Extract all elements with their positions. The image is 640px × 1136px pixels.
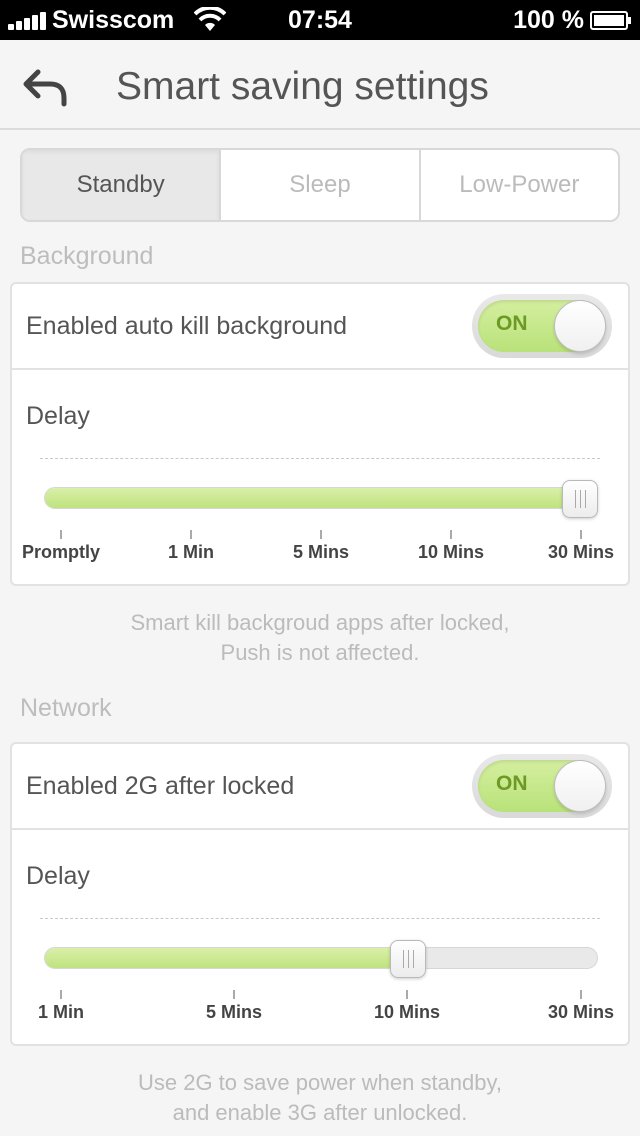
divider xyxy=(40,458,600,459)
tick xyxy=(406,990,408,999)
tick xyxy=(60,990,62,999)
network-delay-slider[interactable] xyxy=(44,947,598,969)
2g-label: Enabled 2G after locked xyxy=(26,772,295,800)
background-delay-slider[interactable] xyxy=(44,487,598,509)
auto-kill-row: Enabled auto kill background ON xyxy=(12,284,628,370)
section-header-network: Network xyxy=(20,694,112,722)
footnote-line: Smart kill backgroud apps after locked, xyxy=(130,610,510,635)
slider-thumb[interactable] xyxy=(562,480,598,518)
toggle-on-text: ON xyxy=(496,312,528,335)
delay-label: Delay xyxy=(26,862,90,890)
toggle-on-text: ON xyxy=(496,772,528,795)
tab-standby[interactable]: Standby xyxy=(22,150,222,220)
tick xyxy=(580,530,582,539)
slider-fill xyxy=(45,488,597,508)
tick-label[interactable]: 30 Mins xyxy=(516,1002,640,1023)
delay-label: Delay xyxy=(26,402,90,430)
back-arrow-icon[interactable] xyxy=(20,64,74,108)
tick-label[interactable]: Promptly xyxy=(0,542,126,563)
footnote-line: Use 2G to save power when standby, xyxy=(137,1070,502,1095)
tick xyxy=(580,990,582,999)
mode-tabs: Standby Sleep Low-Power xyxy=(20,148,620,222)
2g-row: Enabled 2G after locked ON xyxy=(12,744,628,830)
slider-thumb[interactable] xyxy=(390,940,426,978)
tick-label[interactable]: 5 Mins xyxy=(169,1002,299,1023)
section-header-background: Background xyxy=(20,242,154,270)
tick xyxy=(233,990,235,999)
tab-sleep[interactable]: Sleep xyxy=(221,150,421,220)
tick xyxy=(320,530,322,539)
tick xyxy=(60,530,62,539)
battery-percent: 100 % xyxy=(513,6,584,34)
footnote-line: Push is not affected. xyxy=(220,640,420,665)
toggle-knob xyxy=(554,300,606,352)
tick xyxy=(190,530,192,539)
network-card: Enabled 2G after locked ON Delay 1 Min 5… xyxy=(10,742,630,1046)
tick-label[interactable]: 10 Mins xyxy=(386,542,516,563)
auto-kill-label: Enabled auto kill background xyxy=(26,312,348,340)
auto-kill-toggle[interactable]: ON xyxy=(472,294,612,358)
2g-toggle[interactable]: ON xyxy=(472,754,612,818)
background-card: Enabled auto kill background ON Delay Pr… xyxy=(10,282,630,586)
slider-fill xyxy=(45,948,407,968)
nav-bar: Smart saving settings xyxy=(0,40,640,130)
toggle-knob xyxy=(554,760,606,812)
tick-label[interactable]: 1 Min xyxy=(0,1002,126,1023)
status-bar: Swisscom 07:54 100 % xyxy=(0,0,640,40)
tick-label[interactable]: 1 Min xyxy=(126,542,256,563)
network-footnote: Use 2G to save power when standby, and e… xyxy=(0,1068,640,1128)
footnote-line: and enable 3G after unlocked. xyxy=(172,1100,468,1125)
tick xyxy=(450,530,452,539)
battery-icon xyxy=(590,11,631,30)
tick-label[interactable]: 30 Mins xyxy=(516,542,640,563)
tick-label[interactable]: 10 Mins xyxy=(342,1002,472,1023)
page-title: Smart saving settings xyxy=(116,65,489,108)
background-footnote: Smart kill backgroud apps after locked, … xyxy=(0,608,640,668)
tab-low-power[interactable]: Low-Power xyxy=(421,150,618,220)
divider xyxy=(40,918,600,919)
tick-label[interactable]: 5 Mins xyxy=(256,542,386,563)
